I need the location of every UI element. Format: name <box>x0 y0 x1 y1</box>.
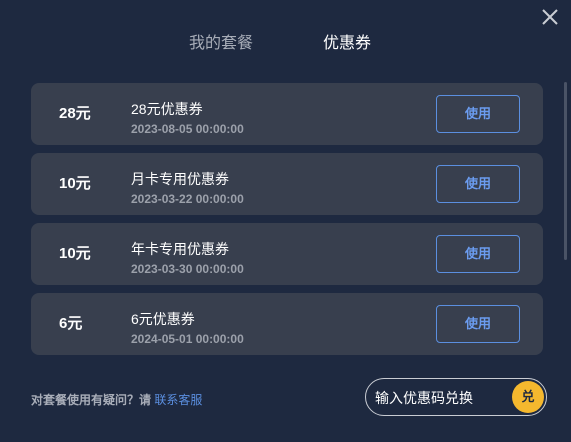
use-coupon-button[interactable]: 使用 <box>436 235 520 273</box>
close-icon <box>542 9 558 25</box>
coupon-expiry-date: 2023-08-05 00:00:00 <box>131 122 244 136</box>
promo-code-input[interactable] <box>375 388 505 408</box>
tab-coupons[interactable]: 优惠券 <box>323 34 371 54</box>
contact-support-link[interactable]: 联系客服 <box>154 393 202 407</box>
list-scrollbar[interactable] <box>564 82 567 260</box>
coupon-name: 年卡专用优惠券 <box>131 241 229 257</box>
redeem-code-box: 兑 <box>365 378 547 416</box>
coupon-amount: 10元 <box>59 245 91 262</box>
help-question: 对套餐使用有疑问？请 <box>31 393 152 407</box>
coupon-expiry-date: 2023-03-30 00:00:00 <box>131 262 244 276</box>
coupon-amount: 10元 <box>59 175 91 192</box>
tab-bar: 我的套餐 优惠券 <box>0 34 571 56</box>
coupon-item: 10元 年卡专用优惠券 2023-03-30 00:00:00 使用 <box>31 223 543 285</box>
coupon-name: 6元优惠券 <box>131 311 195 327</box>
coupon-item: 28元 28元优惠券 2023-08-05 00:00:00 使用 <box>31 83 543 145</box>
coupon-amount: 28元 <box>59 105 91 122</box>
redeem-button[interactable]: 兑 <box>512 381 544 413</box>
close-button[interactable] <box>539 6 561 28</box>
coupon-name: 28元优惠券 <box>131 101 203 117</box>
coupon-expiry-date: 2023-03-22 00:00:00 <box>131 192 244 206</box>
tab-my-packages[interactable]: 我的套餐 <box>189 34 253 54</box>
use-coupon-button[interactable]: 使用 <box>436 95 520 133</box>
coupon-expiry-date: 2024-05-01 00:00:00 <box>131 332 244 346</box>
coupon-dialog: 我的套餐 优惠券 28元 28元优惠券 2023-08-05 00:00:00 … <box>0 0 571 442</box>
coupon-amount: 6元 <box>59 315 83 332</box>
coupon-list: 28元 28元优惠券 2023-08-05 00:00:00 使用 10元 月卡… <box>31 83 543 363</box>
use-coupon-button[interactable]: 使用 <box>436 305 520 343</box>
coupon-name: 月卡专用优惠券 <box>131 171 229 187</box>
help-text: 对套餐使用有疑问？请 联系客服 <box>31 393 202 407</box>
coupon-item: 6元 6元优惠券 2024-05-01 00:00:00 使用 <box>31 293 543 355</box>
use-coupon-button[interactable]: 使用 <box>436 165 520 203</box>
coupon-item: 10元 月卡专用优惠券 2023-03-22 00:00:00 使用 <box>31 153 543 215</box>
